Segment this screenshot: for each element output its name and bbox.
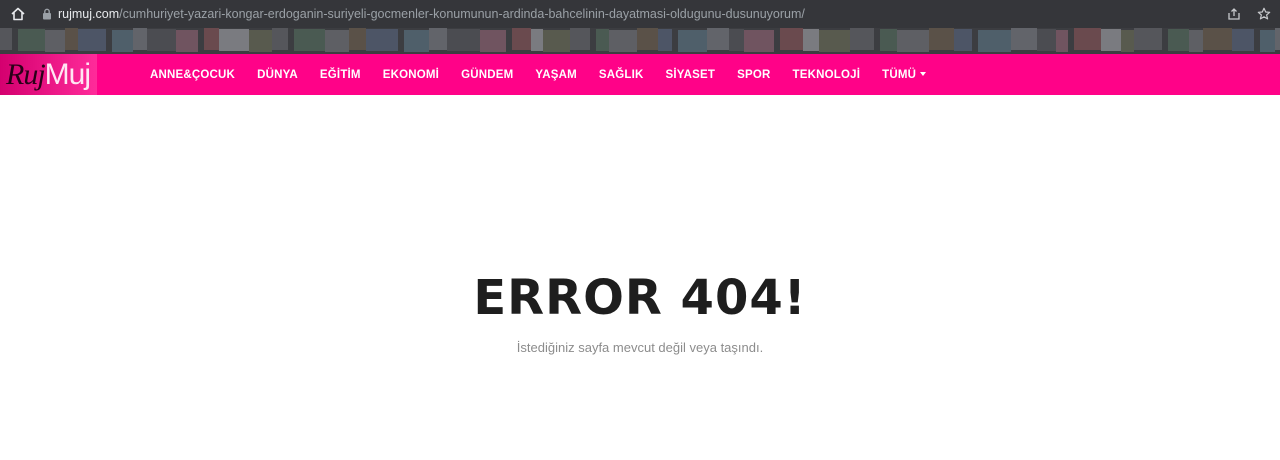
bookmark-item-obscured[interactable] [176, 30, 198, 52]
bookmark-item-obscured[interactable] [1056, 30, 1068, 52]
bookmark-item-obscured[interactable] [45, 30, 65, 52]
bookmark-item-obscured[interactable] [18, 29, 45, 51]
bookmark-item-obscured[interactable] [1203, 28, 1232, 50]
bookmark-item-obscured[interactable] [349, 28, 366, 50]
logo-text-part2: Muj [44, 57, 91, 91]
url-path: /cumhuriyet-yazari-kongar-erdoganin-suri… [119, 7, 805, 21]
bookmark-item-obscured[interactable] [570, 28, 590, 50]
nav-item-saglik[interactable]: SAĞLIK [599, 69, 644, 81]
url-domain: rujmuj.com [58, 7, 120, 21]
nav-item-egitim[interactable]: EĞİTİM [320, 69, 361, 81]
bookmark-item-obscured[interactable] [249, 30, 272, 52]
bookmark-item-obscured[interactable] [954, 29, 972, 51]
bookmark-item-obscured[interactable] [1168, 29, 1189, 51]
bookmark-star-icon[interactable] [1254, 4, 1274, 24]
bookmark-item-obscured[interactable] [1134, 28, 1162, 50]
bookmark-item-obscured[interactable] [850, 28, 874, 50]
nav-item-tumu[interactable]: TÜMÜ [882, 68, 927, 81]
error-message: İstediğiniz sayfa mevcut değil veya taşı… [516, 340, 764, 355]
bookmark-item-obscured[interactable] [404, 30, 429, 52]
nav-item-anne-cocuk[interactable]: ANNE&ÇOCUK [150, 69, 235, 81]
bookmark-item-obscured[interactable] [325, 30, 349, 52]
bookmark-item-obscured[interactable] [1101, 29, 1121, 51]
nav-item-gundem[interactable]: GÜNDEM [461, 69, 513, 81]
bookmark-item-obscured[interactable] [803, 29, 819, 51]
error-title: ERROR 404! [473, 270, 807, 326]
bookmark-item-obscured[interactable] [929, 28, 954, 50]
bookmark-item-obscured[interactable] [729, 29, 744, 51]
bookmark-item-obscured[interactable] [294, 29, 325, 51]
nav-item-tumu-label: TÜMÜ [882, 68, 917, 81]
bookmark-item-obscured[interactable] [147, 29, 176, 51]
bookmark-item-obscured[interactable] [1121, 30, 1134, 52]
nav-item-yasam[interactable]: YAŞAM [535, 69, 576, 81]
bookmark-item-obscured[interactable] [819, 30, 850, 52]
bookmark-item-obscured[interactable] [219, 29, 249, 51]
nav-item-ekonomi[interactable]: EKONOMİ [383, 69, 439, 81]
bookmark-item-obscured[interactable] [272, 28, 288, 50]
bookmark-item-obscured[interactable] [447, 29, 480, 51]
bookmark-item-obscured[interactable] [780, 28, 803, 50]
bookmark-item-obscured[interactable] [531, 29, 543, 51]
site-header: Ruj Muj ANNE&ÇOCUK DÜNYA EĞİTİM EKONOMİ G… [0, 54, 1280, 95]
main-nav: ANNE&ÇOCUK DÜNYA EĞİTİM EKONOMİ GÜNDEM Y… [150, 54, 948, 95]
bookmark-item-obscured[interactable] [512, 28, 531, 50]
nav-item-spor[interactable]: SPOR [737, 69, 770, 81]
bookmark-item-obscured[interactable] [637, 28, 658, 50]
home-icon[interactable] [0, 0, 36, 28]
lock-icon[interactable] [36, 0, 58, 28]
bookmark-item-obscured[interactable] [678, 30, 707, 52]
site-logo[interactable]: Ruj Muj [0, 54, 97, 95]
bookmark-item-obscured[interactable] [1074, 28, 1101, 50]
bookmark-item-obscured[interactable] [366, 29, 398, 51]
bookmark-item-obscured[interactable] [65, 28, 78, 50]
nav-item-teknoloji[interactable]: TEKNOLOJİ [793, 69, 861, 81]
bookmarks-bar [0, 28, 1280, 54]
bookmark-item-obscured[interactable] [1011, 28, 1037, 50]
share-icon[interactable] [1224, 4, 1244, 24]
nav-item-siyaset[interactable]: SİYASET [666, 69, 716, 81]
bookmark-item-obscured[interactable] [0, 28, 12, 50]
bookmark-item-obscured[interactable] [1189, 30, 1203, 52]
url-field[interactable]: rujmuj.com/cumhuriyet-yazari-kongar-erdo… [58, 7, 1198, 21]
bookmark-item-obscured[interactable] [1037, 29, 1056, 51]
bookmark-item-obscured[interactable] [429, 28, 447, 50]
main-content: ERROR 404! İstediğiniz sayfa mevcut deği… [0, 95, 1280, 460]
bookmark-item-obscured[interactable] [1232, 29, 1254, 51]
bookmark-item-obscured[interactable] [658, 29, 672, 51]
bookmark-item-obscured[interactable] [707, 28, 729, 50]
browser-address-bar: rujmuj.com/cumhuriyet-yazari-kongar-erdo… [0, 0, 1280, 28]
bookmark-item-obscured[interactable] [78, 29, 106, 51]
bookmark-item-obscured[interactable] [596, 29, 609, 51]
bookmark-item-obscured[interactable] [744, 30, 774, 52]
logo-text-part1: Ruj [6, 57, 46, 91]
bookmark-item-obscured[interactable] [133, 28, 147, 50]
bookmark-item-obscured[interactable] [480, 30, 506, 52]
bookmark-item-obscured[interactable] [897, 30, 929, 52]
bookmark-item-obscured[interactable] [978, 30, 1011, 52]
bookmark-item-obscured[interactable] [204, 28, 219, 50]
bookmark-item-obscured[interactable] [1260, 30, 1275, 52]
nav-item-dunya[interactable]: DÜNYA [257, 69, 298, 81]
bookmark-item-obscured[interactable] [880, 29, 897, 51]
bookmark-item-obscured[interactable] [112, 30, 133, 52]
caret-down-icon [920, 72, 927, 77]
bookmark-item-obscured[interactable] [543, 30, 570, 52]
bookmark-item-obscured[interactable] [609, 30, 637, 52]
bookmark-item-obscured[interactable] [1275, 28, 1280, 50]
